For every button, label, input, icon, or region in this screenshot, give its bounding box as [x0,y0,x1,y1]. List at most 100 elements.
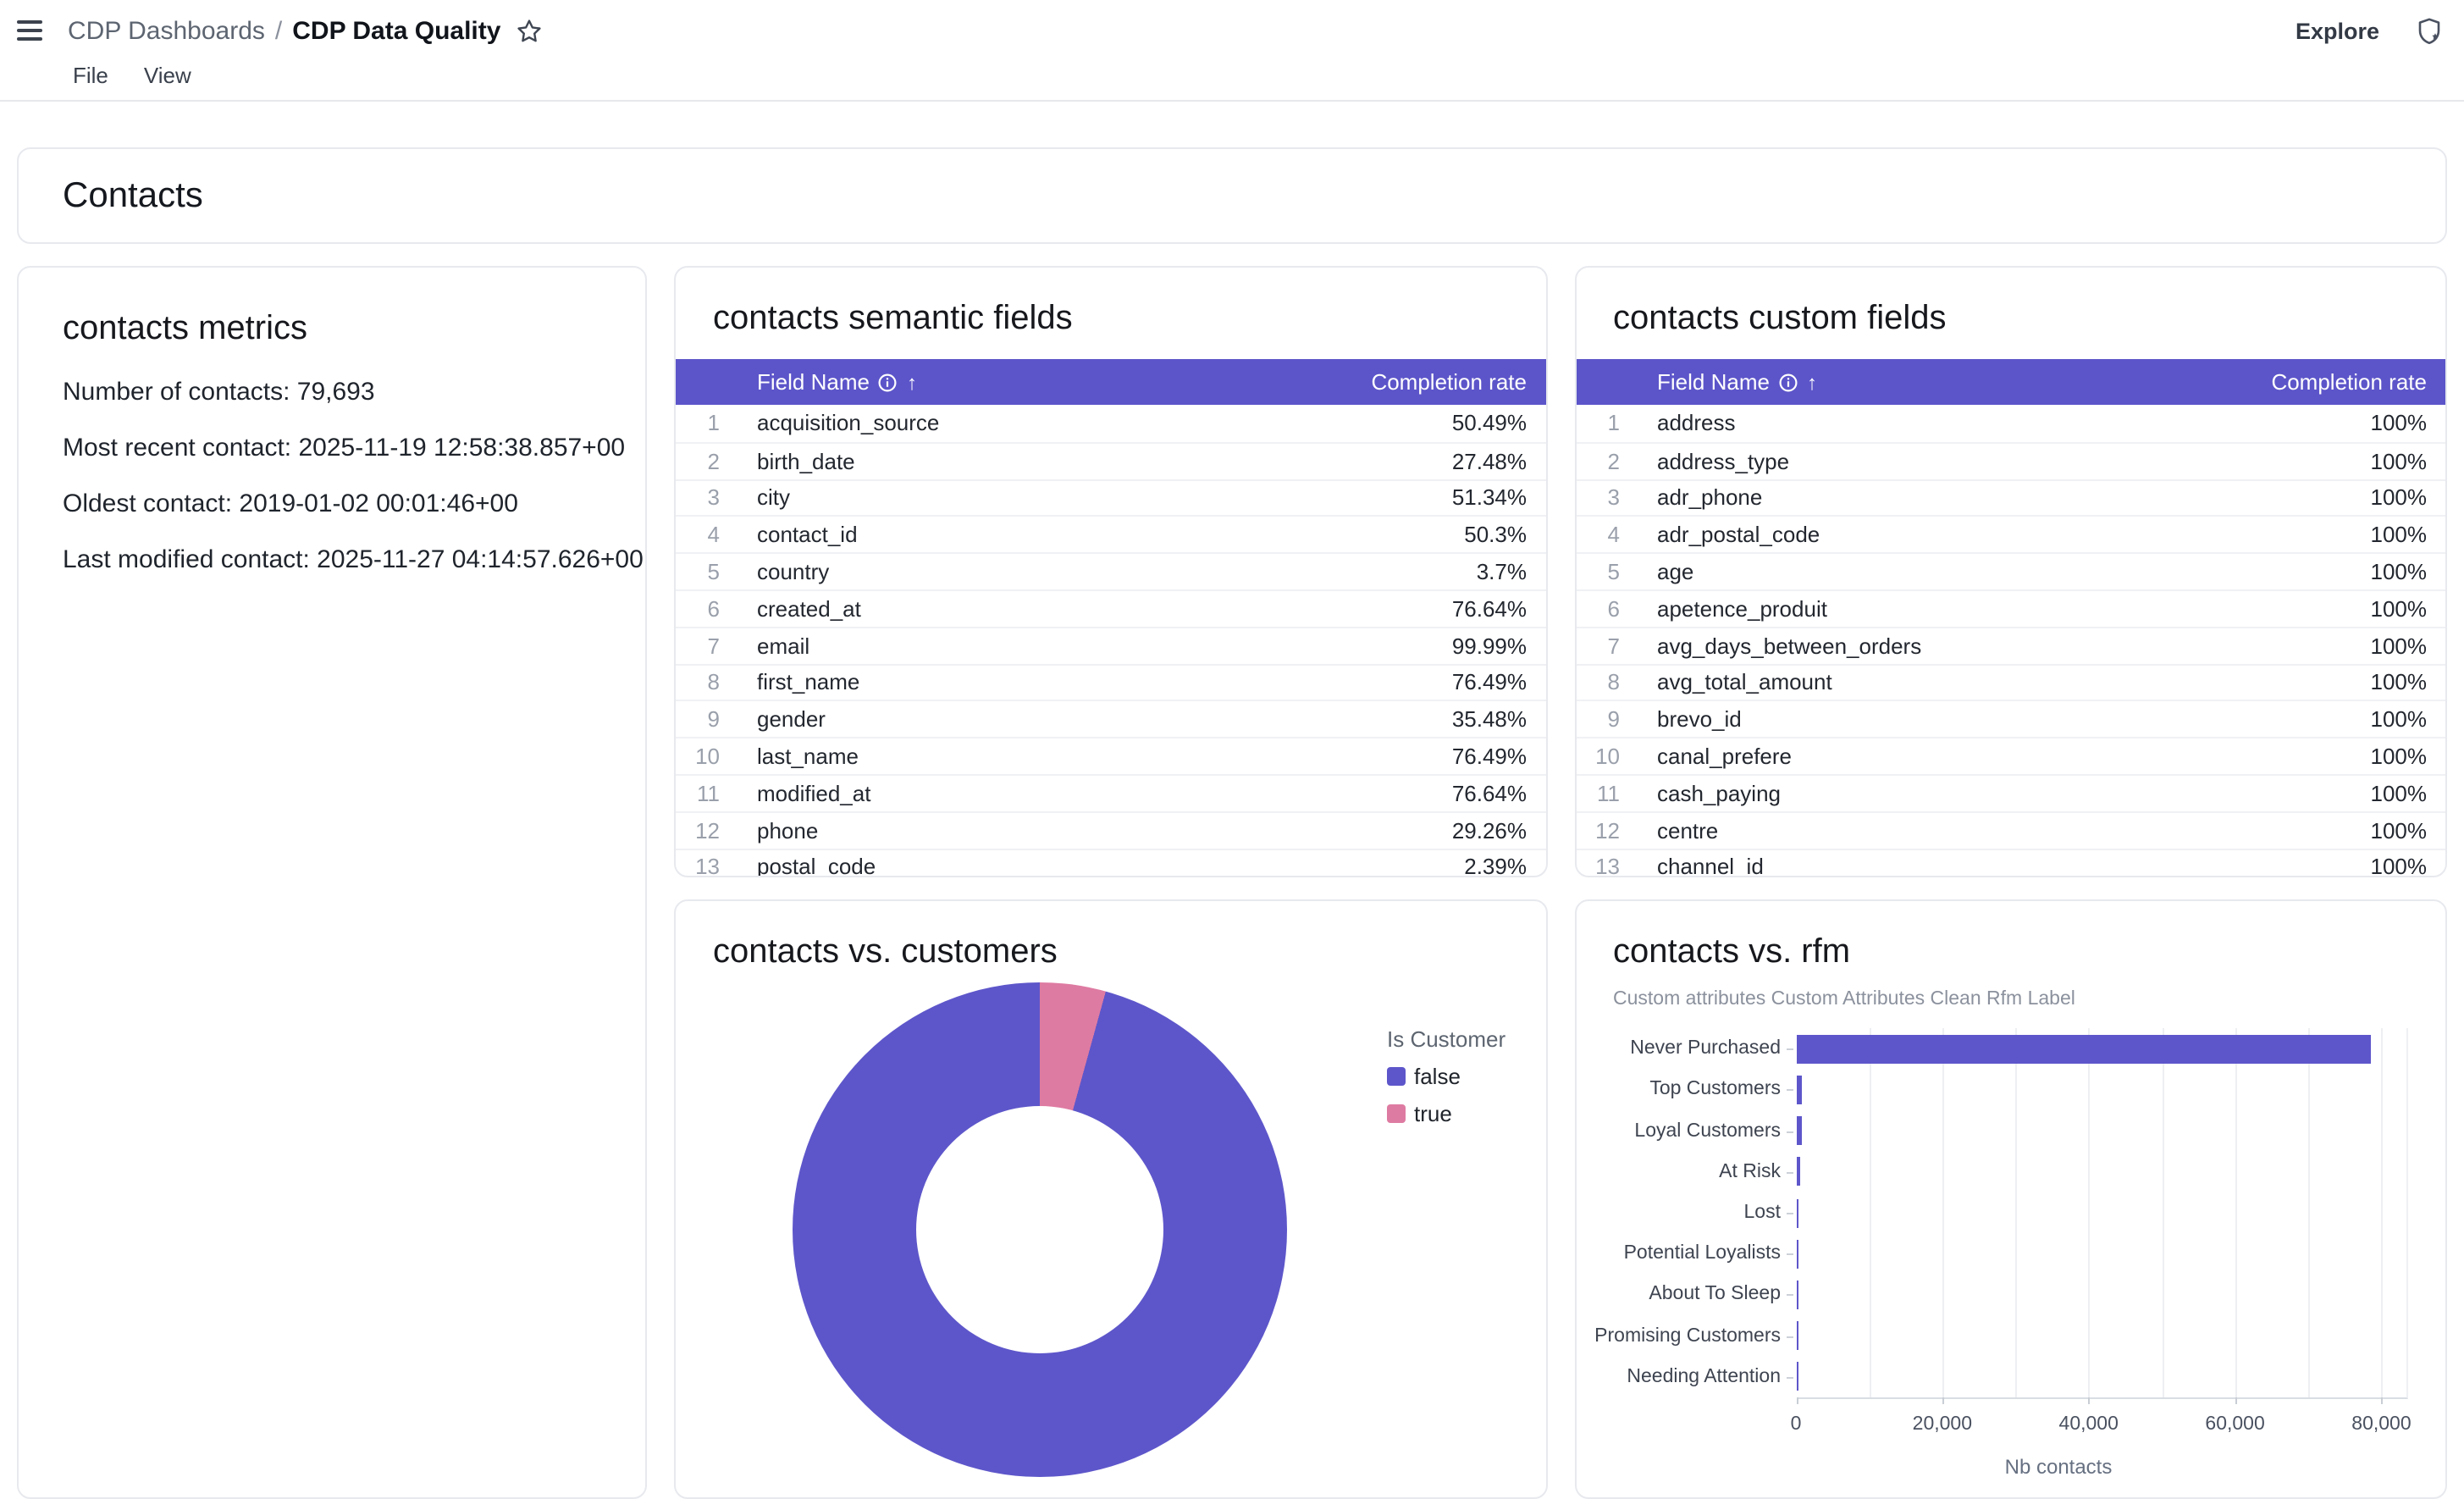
table-row[interactable]: 7avg_days_between_orders100% [1576,627,2445,664]
legend-item[interactable]: true [1387,1101,1505,1126]
bar[interactable] [1796,1363,1798,1391]
rfm-chart-title: contacts vs. rfm [1613,932,2445,972]
bar[interactable] [1796,1239,1799,1268]
row-number: 11 [676,781,720,806]
metrics-title: contacts metrics [63,308,645,349]
column-header-completion-rate[interactable]: Completion rate [2271,369,2427,395]
row-number: 4 [1576,523,1620,548]
axis-tick [2235,1397,2237,1404]
table-row[interactable]: 3adr_phone100% [1576,478,2445,516]
field-name-cell: phone [757,817,818,843]
category-tick [1786,1213,1793,1214]
row-number: 3 [1576,485,1620,511]
table-row[interactable]: 2address_type100% [1576,442,2445,479]
field-name-cell: centre [1657,817,1718,843]
completion-rate-cell: 100% [2371,781,2428,806]
table-row[interactable]: 5age100% [1576,552,2445,589]
gridline [2162,1028,2163,1397]
column-header-field-name[interactable]: Field Name ↑ [757,369,917,395]
table-row[interactable]: 11modified_at76.64% [676,774,1545,811]
rfm-category-labels: Never PurchasedTop CustomersLoyal Custom… [1576,1028,1789,1397]
table-row[interactable]: 5country3.7% [676,552,1545,589]
donut-chart[interactable] [793,982,1287,1477]
table-row[interactable]: 4contact_id50.3% [676,516,1545,553]
rfm-chart-subtitle: Custom attributes Custom Attributes Clea… [1613,989,2445,1009]
table-row[interactable]: 11cash_paying100% [1576,774,2445,811]
table-row[interactable]: 8avg_total_amount100% [1576,663,2445,700]
table-row[interactable]: 1address100% [1576,405,2445,442]
completion-rate-cell: 99.99% [1452,633,1527,658]
hamburger-menu-icon[interactable] [17,20,42,41]
table-row[interactable]: 8first_name76.49% [676,663,1545,700]
shield-gear-icon[interactable] [2415,16,2444,45]
row-number: 5 [1576,559,1620,584]
table-row[interactable]: 6created_at76.64% [676,589,1545,627]
bar[interactable] [1796,1116,1801,1145]
breadcrumb-separator: / [275,16,282,45]
completion-rate-cell: 50.49% [1452,411,1527,436]
table-row[interactable]: 7email99.99% [676,627,1545,664]
row-number: 1 [676,411,720,436]
table-row[interactable]: 13channel_id100% [1576,848,2445,877]
contacts-vs-customers-panel: contacts vs. customers Is Customer false… [674,899,1547,1499]
table-row[interactable]: 1acquisition_source50.49% [676,405,1545,442]
row-number: 4 [676,523,720,548]
completion-rate-cell: 100% [2371,485,2428,511]
legend-title: Is Customer [1387,1026,1505,1052]
row-number: 10 [1576,744,1620,769]
legend-item[interactable]: false [1387,1064,1505,1089]
category-label: Loyal Customers [1634,1120,1781,1141]
table-row[interactable]: 12phone29.26% [676,811,1545,849]
bar[interactable] [1796,1034,2371,1063]
table-row[interactable]: 9brevo_id100% [1576,700,2445,738]
axis-tick-label: 80,000 [2351,1414,2411,1435]
completion-rate-cell: 100% [2371,670,2428,695]
row-number: 8 [676,670,720,695]
field-name-cell: avg_days_between_orders [1657,633,1921,658]
table-row[interactable]: 9gender35.48% [676,700,1545,738]
metric-most-recent-contact: Most recent contact: 2025-11-19 12:58:38… [63,435,645,461]
breadcrumb-root-link[interactable]: CDP Dashboards [68,16,265,45]
bar[interactable] [1796,1076,1801,1104]
bar[interactable] [1796,1198,1799,1227]
info-icon[interactable] [878,372,898,392]
gridline [2308,1028,2310,1397]
bar[interactable] [1796,1158,1800,1186]
gridline [2235,1028,2237,1397]
semantic-fields-title: contacts semantic fields [713,298,1545,339]
table-row[interactable]: 6apetence_produit100% [1576,589,2445,627]
topbar-row: CDP Dashboards / CDP Data Quality Explor… [17,12,2444,49]
category-label: Promising Customers [1594,1325,1781,1346]
x-axis-title: Nb contacts [2005,1455,2113,1479]
category-label: At Risk [1719,1162,1781,1182]
completion-rate-cell: 29.26% [1452,817,1527,843]
table-row[interactable]: 10canal_prefere100% [1576,737,2445,774]
table-row[interactable]: 2birth_date27.48% [676,442,1545,479]
info-icon[interactable] [1778,372,1798,392]
explore-button[interactable]: Explore [2295,18,2379,43]
bar[interactable] [1796,1321,1798,1350]
table-row[interactable]: 4adr_postal_code100% [1576,516,2445,553]
topbar: CDP Dashboards / CDP Data Quality Explor… [0,0,2464,91]
favorite-star-icon[interactable] [516,18,541,43]
table-row[interactable]: 3city51.34% [676,478,1545,516]
axis-tick [1942,1397,1944,1404]
legend-label: true [1414,1101,1452,1126]
table-row[interactable]: 12centre100% [1576,811,2445,849]
gridline [1942,1028,1944,1397]
contacts-section-panel: Contacts [17,147,2447,244]
menu-view[interactable]: View [144,63,191,91]
category-label: Lost [1744,1203,1782,1223]
table-row[interactable]: 10last_name76.49% [676,737,1545,774]
menu-file[interactable]: File [73,63,108,91]
legend-swatch [1387,1104,1406,1123]
bar[interactable] [1796,1281,1798,1309]
completion-rate-cell: 100% [2371,448,2428,473]
gridline [2089,1028,2091,1397]
column-header-field-name[interactable]: Field Name ↑ [1657,369,1817,395]
table-row[interactable]: 13postal_code2.39% [676,848,1545,877]
column-header-completion-rate[interactable]: Completion rate [1371,369,1527,395]
field-name-cell: brevo_id [1657,707,1742,733]
category-label: Needing Attention [1627,1367,1781,1387]
category-tick [1786,1336,1793,1337]
